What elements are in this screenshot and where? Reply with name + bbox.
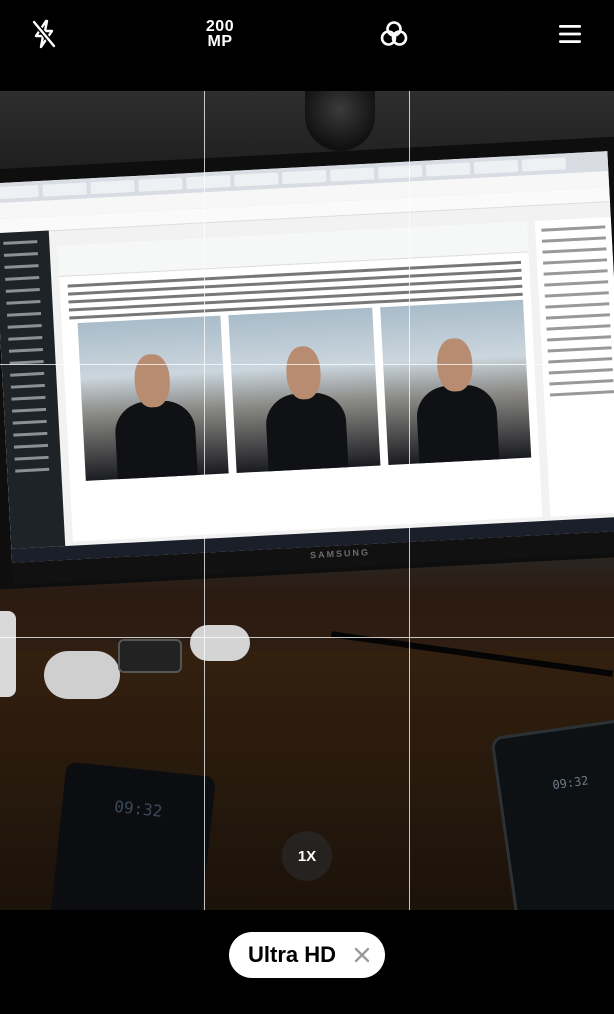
selfie-photo — [77, 315, 229, 481]
megapixel-value: 200 — [205, 18, 235, 35]
megapixel-unit: MP — [207, 33, 233, 50]
megapixel-mode-button[interactable]: 200 MP — [192, 12, 248, 56]
flash-off-button[interactable] — [22, 12, 66, 56]
earbuds-case — [44, 651, 120, 699]
wordpress-right-panel-scene — [534, 217, 614, 517]
camera-top-bar: 200 MP — [0, 0, 614, 91]
stand-base — [190, 625, 250, 661]
phone-on-desk-left: 09:32 — [50, 761, 216, 910]
mode-label: Ultra HD — [248, 942, 337, 967]
filters-icon — [380, 21, 408, 46]
desk-device — [118, 639, 182, 673]
grid-line-vertical — [204, 91, 205, 910]
flash-off-icon — [32, 19, 56, 49]
wordpress-sidebar-scene — [0, 230, 66, 549]
ultra-hd-mode-pill[interactable]: Ultra HD — [229, 932, 385, 978]
camera-viewfinder[interactable]: SAMSUNG 09:32 09:32 1X — [0, 91, 614, 910]
monitor-scene: SAMSUNG — [0, 136, 614, 590]
menu-button[interactable] — [548, 12, 592, 56]
zoom-button[interactable]: 1X — [282, 831, 332, 881]
camera-bottom-bar: Ultra HD — [0, 910, 614, 1014]
article-photos-scene — [77, 299, 532, 481]
grid-line-horizontal — [0, 637, 614, 638]
phone-clock-right: 09:32 — [551, 773, 590, 793]
hamburger-menu-icon — [559, 25, 581, 43]
monitor-screen — [0, 151, 614, 563]
filters-button[interactable] — [372, 12, 416, 56]
desk-object — [0, 611, 16, 697]
selfie-photo — [228, 307, 381, 473]
grid-line-vertical — [409, 91, 410, 910]
grid-line-horizontal — [0, 364, 614, 365]
close-icon[interactable] — [353, 946, 371, 964]
wordpress-editor-scene — [57, 221, 543, 542]
phone-clock-left: 09:32 — [113, 796, 164, 821]
selfie-photo — [379, 299, 532, 466]
